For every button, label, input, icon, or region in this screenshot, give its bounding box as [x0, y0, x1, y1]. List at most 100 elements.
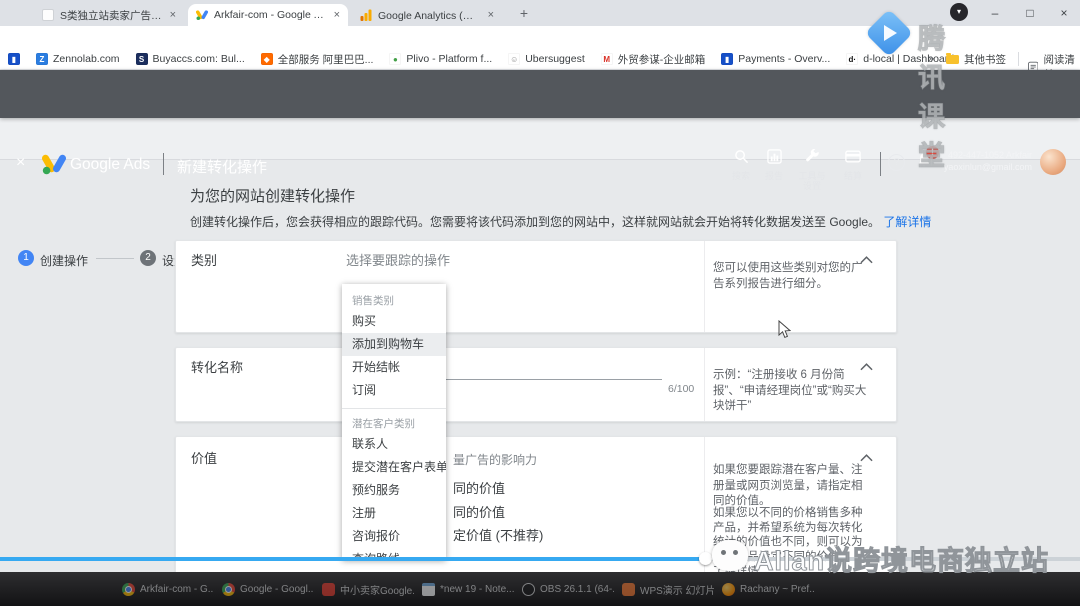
chevron-up-icon[interactable]	[860, 358, 873, 376]
dropdown-option[interactable]: 提交潜在客户表单	[342, 456, 446, 479]
taskbar-item[interactable]: Arkfair-com - G...	[122, 583, 214, 596]
dropdown-option[interactable]: 注册	[342, 502, 446, 525]
taskbar-item-label: Rachany ~ Pref...	[740, 584, 814, 595]
category-help-text: 您可以使用这些类别对您的广告系列报告进行细分。	[713, 261, 867, 292]
close-tab-icon[interactable]: ×	[334, 9, 340, 21]
dropdown-option[interactable]: 开始结帐	[342, 356, 446, 379]
bookmark-item[interactable]: M外贸参谋-企业邮箱	[601, 52, 706, 67]
nav-reports[interactable]: 报告	[754, 149, 794, 181]
firefox-icon	[722, 583, 735, 596]
value-option-3[interactable]: 定价值 (不推荐)	[453, 525, 543, 544]
dropdown-option[interactable]: 订阅	[342, 379, 446, 402]
taskbar-item[interactable]: 中小卖家Google...	[322, 582, 414, 597]
taskbar-item[interactable]: *new 19 - Note...	[422, 583, 514, 596]
google-ads-logo	[42, 153, 66, 180]
page-heading: 为您的网站创建转化操作	[190, 185, 355, 206]
value-help-text-1: 如果您要跟踪潜在客户量、注册量或网页浏览量，请指定相同的价值。	[713, 463, 867, 510]
dropdown-option[interactable]: 预约服务	[342, 479, 446, 502]
value-option-1[interactable]: 同的价值	[453, 478, 505, 497]
video-player-bar: Arkfair-com - G... Google - Googl... 中小卖家G…	[0, 572, 1080, 606]
video-progress-fill	[0, 557, 705, 561]
divider	[704, 348, 705, 421]
menu-divider	[342, 408, 446, 409]
taskbar-item-label: WPS演示 幻灯片...	[640, 582, 714, 597]
bookmark-item[interactable]: SBuyaccs.com: Bul...	[136, 53, 245, 65]
windows-taskbar-items: Arkfair-com - G... Google - Googl... 中小卖家G…	[122, 572, 814, 606]
taskbar-item[interactable]: Rachany ~ Pref...	[722, 583, 814, 596]
bookmark-item[interactable]: ▮	[8, 53, 20, 65]
close-tab-icon[interactable]: ×	[488, 9, 494, 21]
billing-card-icon	[845, 149, 861, 164]
browser-tab-google-ads[interactable]: Arkfair-com - Google Ads ×	[188, 4, 348, 26]
chrome-icon	[222, 583, 235, 596]
other-bookmarks-button[interactable]: 其他书签	[946, 52, 1006, 67]
conversion-name-card: 转化名称 6/100 示例：“注册接收 6 月份简报”、“申请经理岗位”或“购买…	[175, 347, 897, 422]
divider	[1018, 52, 1019, 66]
value-card: 价值 量广告的影响力 同的价值 同的价值 定价值 (不推荐) 如果您要跟踪潜在客…	[175, 436, 897, 576]
taskbar-item[interactable]: Google - Googl...	[222, 583, 314, 596]
bookmark-favicon: Z	[36, 53, 48, 65]
wpp-icon	[622, 583, 635, 596]
screen: S类独立站卖家广告投放课程 × Arkfair-com - Google Ads…	[0, 0, 1080, 606]
dropdown-group-header: 销售类别	[342, 292, 446, 310]
step-2-circle[interactable]: 2	[140, 250, 156, 266]
bookmark-item[interactable]: ● Plivo - Platform f...	[389, 53, 492, 65]
chrome-icon	[122, 583, 135, 596]
value-option-2[interactable]: 同的价值	[453, 502, 505, 521]
divider	[163, 153, 164, 175]
other-bookmarks-label: 其他书签	[964, 52, 1006, 67]
avatar[interactable]	[1040, 149, 1066, 175]
video-progress-handle[interactable]	[699, 552, 712, 565]
page-title: 新建转化操作	[177, 156, 267, 177]
help-icon[interactable]: ?	[888, 154, 905, 171]
bookmark-item[interactable]: ▮Payments - Overv...	[721, 53, 830, 65]
taskbar-item-label: OBS 26.1.1 (64-...	[540, 584, 614, 595]
taskbar-item[interactable]: OBS 26.1.1 (64-...	[522, 583, 614, 596]
bookmark-label: d-local | Dashboard	[863, 53, 954, 65]
page-description: 创建转化操作后，您会获得相应的跟踪代码。您需要将该代码添加到您的网站中，这样就网…	[190, 213, 931, 230]
video-progress-track[interactable]	[0, 557, 1080, 561]
account-email: yaoxinlun@gmail.com	[930, 162, 1032, 174]
bookmark-item[interactable]: d·d-local | Dashboard	[846, 53, 954, 65]
step-1-circle[interactable]: 1	[18, 250, 34, 266]
step-1-label: 创建操作	[40, 252, 88, 269]
chevron-up-icon[interactable]	[860, 449, 873, 467]
browser-tab-analytics[interactable]: Google Analytics (分析) ×	[352, 4, 502, 26]
taskbar-item-label: 中小卖家Google...	[340, 582, 414, 597]
category-select[interactable]: 选择要跟踪的操作	[346, 250, 450, 269]
bookmark-label: Plivo - Platform f...	[406, 53, 492, 65]
close-icon[interactable]: ×	[16, 154, 25, 172]
bookmark-item[interactable]: Z Zennolab.com	[36, 53, 120, 65]
char-counter: 6/100	[668, 383, 694, 395]
account-info[interactable]: 492-447-1052 Arkfair yaoxinlun@gmail.com	[930, 150, 1032, 173]
bookmark-label: Zennolab.com	[53, 53, 120, 65]
bookmarks-overflow-chevron[interactable]: »	[928, 53, 934, 65]
bookmarks-row: ▮ Z Zennolab.com SBuyaccs.com: Bul... ◆全部服务 …	[8, 52, 954, 67]
player-popover-button[interactable]: ▾	[950, 3, 968, 21]
window-minimize-button[interactable]: –	[981, 0, 1009, 26]
taskbar-item-label: Arkfair-com - G...	[140, 584, 214, 595]
taskbar-item[interactable]: WPS演示 幻灯片...	[622, 582, 714, 597]
dropdown-option[interactable]: 添加到购物车	[342, 333, 446, 356]
learn-more-link[interactable]: 了解详情	[883, 215, 931, 229]
bookmark-favicon: M	[601, 53, 613, 65]
browser-tab-strip: S类独立站卖家广告投放课程 × Arkfair-com - Google Ads…	[0, 0, 1080, 26]
window-maximize-button[interactable]: □	[1016, 0, 1044, 26]
browser-tab-course[interactable]: S类独立站卖家广告投放课程 ×	[34, 4, 184, 26]
bookmark-favicon: ▮	[721, 53, 733, 65]
new-tab-button[interactable]: +	[516, 5, 532, 21]
dropdown-option[interactable]: 购买	[342, 310, 446, 333]
nav-billing[interactable]: 结算	[833, 149, 873, 181]
chevron-up-icon[interactable]	[860, 251, 873, 269]
bookmark-item[interactable]: ◆全部服务 阿里巴巴...	[261, 52, 374, 67]
bookmark-label: 全部服务 阿里巴巴...	[278, 52, 374, 67]
nav-tools-settings[interactable]: 工具与设置	[795, 149, 829, 191]
close-tab-icon[interactable]: ×	[170, 9, 176, 21]
bookmark-item[interactable]: ☺Ubersuggest	[508, 53, 585, 65]
account-id: 492-447-1052 Arkfair	[930, 150, 1032, 162]
conversion-name-help-text: 示例：“注册接收 6 月份简报”、“申请经理岗位”或“购买大块饼干”	[713, 368, 867, 415]
window-close-button[interactable]: ×	[1050, 0, 1078, 26]
dropdown-option[interactable]: 咨询报价	[342, 525, 446, 548]
bookmark-favicon: ●	[389, 53, 401, 65]
dropdown-option[interactable]: 联系人	[342, 433, 446, 456]
